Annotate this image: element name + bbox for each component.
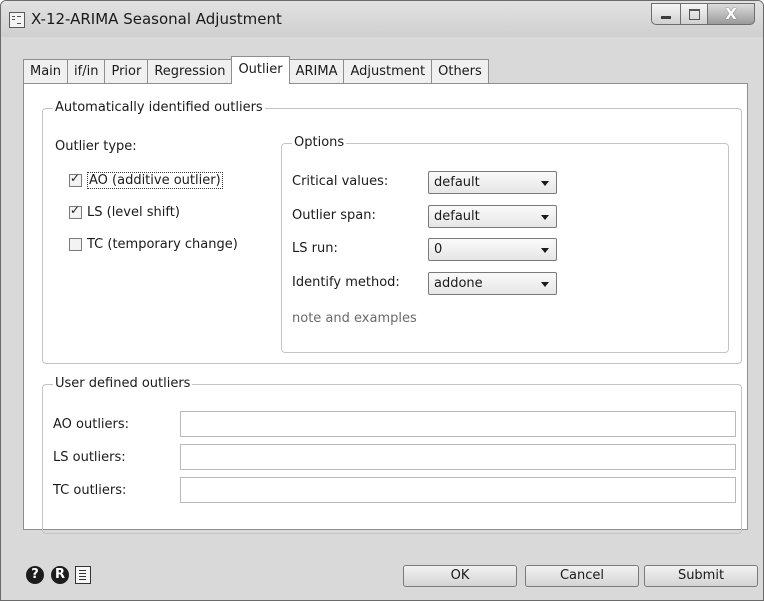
chevron-down-icon <box>541 181 549 186</box>
note-and-examples-link[interactable]: note and examples <box>292 311 417 326</box>
close-icon[interactable]: X <box>708 3 755 25</box>
help-icon[interactable]: ? <box>26 566 44 584</box>
ls-checkbox-row[interactable]: LS (level shift) <box>69 203 180 220</box>
ls-run-select[interactable]: 0 <box>428 238 557 261</box>
dialog-footer: ? R OK Cancel Submit <box>1 556 763 600</box>
tab-strip: Main if/in Prior Regression Outlier ARIM… <box>23 55 489 84</box>
cancel-button[interactable]: Cancel <box>525 565 639 587</box>
tab-outlier[interactable]: Outlier <box>231 56 290 84</box>
tc-checkbox-label: TC (temporary change) <box>87 237 238 252</box>
ls-run-label: LS run: <box>292 241 338 256</box>
options-group: Options Critical values: default Outlier… <box>281 135 729 353</box>
tab-regression[interactable]: Regression <box>147 59 232 83</box>
chevron-down-icon <box>541 215 549 220</box>
tab-adjustment[interactable]: Adjustment <box>343 59 432 83</box>
outlier-span-label: Outlier span: <box>292 208 376 223</box>
tc-checkbox[interactable] <box>69 238 82 251</box>
critical-values-value: default <box>434 175 480 190</box>
ao-checkbox[interactable] <box>69 171 82 187</box>
dialog-icon[interactable] <box>9 12 25 28</box>
tab-arima[interactable]: ARIMA <box>289 59 344 83</box>
chevron-down-icon <box>541 282 549 287</box>
chevron-down-icon <box>541 248 549 253</box>
critical-values-select[interactable]: default <box>428 171 557 194</box>
ls-checkbox-label: LS (level shift) <box>87 205 180 220</box>
close-glyph: X <box>725 5 737 23</box>
identify-method-label: Identify method: <box>292 275 400 290</box>
ao-checkbox-row[interactable]: AO (additive outlier) <box>69 171 223 189</box>
outlier-span-value: default <box>434 209 480 224</box>
ls-outliers-label: LS outliers: <box>53 450 126 465</box>
user-outliers-legend: User defined outliers <box>53 376 193 392</box>
window-controls: X <box>651 3 755 25</box>
title-bar[interactable]: X-12-ARIMA Seasonal Adjustment X <box>1 1 763 37</box>
submit-button[interactable]: Submit <box>644 565 758 587</box>
window-title: X-12-ARIMA Seasonal Adjustment <box>31 10 282 28</box>
outlier-panel: Automatically identified outliers Outlie… <box>23 83 748 534</box>
user-outliers-group: User defined outliers AO outliers: LS ou… <box>42 376 742 534</box>
identify-method-value: addone <box>434 276 483 291</box>
auto-outliers-legend: Automatically identified outliers <box>53 100 265 116</box>
ao-outliers-input[interactable] <box>180 411 736 437</box>
identify-method-select[interactable]: addone <box>428 272 557 295</box>
tab-main[interactable]: Main <box>23 59 68 83</box>
outlier-span-select[interactable]: default <box>428 205 557 228</box>
reset-icon[interactable]: R <box>51 566 69 584</box>
auto-outliers-group: Automatically identified outliers Outlie… <box>42 100 742 364</box>
tc-outliers-label: TC outliers: <box>53 483 127 498</box>
copy-icon[interactable] <box>75 566 91 584</box>
dialog-window: X-12-ARIMA Seasonal Adjustment X Main if… <box>0 0 764 601</box>
tc-outliers-input[interactable] <box>180 477 736 503</box>
critical-values-label: Critical values: <box>292 174 389 189</box>
ls-outliers-input[interactable] <box>180 444 736 470</box>
tab-if-in[interactable]: if/in <box>67 59 105 83</box>
ao-outliers-label: AO outliers: <box>53 417 130 432</box>
minimize-icon[interactable] <box>651 3 681 25</box>
ao-checkbox-label: AO (additive outlier) <box>87 172 223 189</box>
ok-button[interactable]: OK <box>403 565 517 587</box>
tc-checkbox-row[interactable]: TC (temporary change) <box>69 237 238 252</box>
outlier-type-label: Outlier type: <box>55 139 137 154</box>
ls-run-value: 0 <box>434 242 443 257</box>
ls-checkbox[interactable] <box>69 203 82 219</box>
tab-prior[interactable]: Prior <box>104 59 148 83</box>
maximize-icon[interactable] <box>681 3 708 25</box>
tab-others[interactable]: Others <box>431 59 489 83</box>
options-legend: Options <box>292 135 347 151</box>
